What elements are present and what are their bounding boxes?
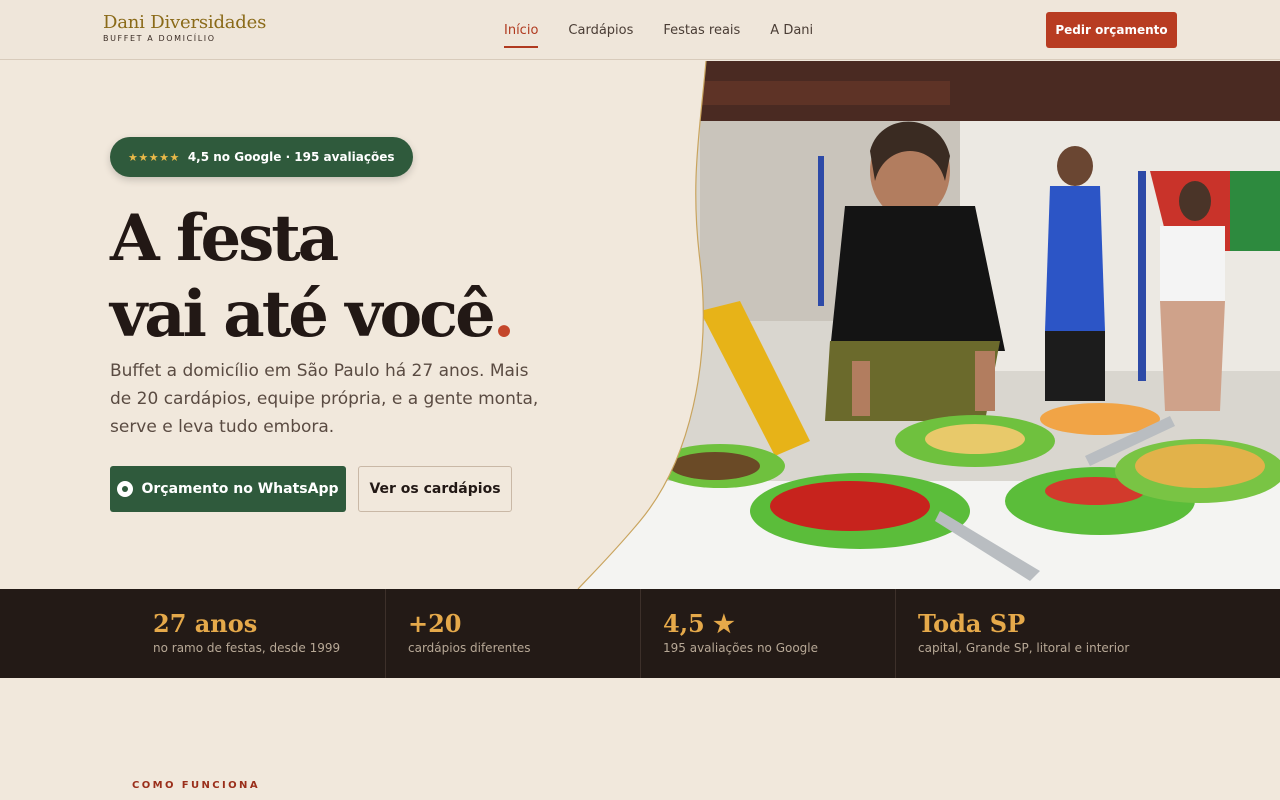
stat-value: 27 anos [153,609,258,638]
brand-tagline: BUFFET A DOMICÍLIO [103,34,216,43]
stat-label: no ramo de festas, desde 1999 [153,641,341,655]
stat-rating: 4,5 ★ 195 avaliações no Google [640,589,895,678]
nav-item-festas-reais[interactable]: Festas reais [663,19,740,42]
nav-item-inicio[interactable]: Início [504,19,539,48]
stat-label: 195 avaliações no Google [663,641,819,655]
request-quote-button[interactable]: Pedir orçamento [1046,12,1177,48]
hero-lead: Buffet a domicílio em São Paulo há 27 an… [110,361,539,437]
whatsapp-quote-button[interactable]: Orçamento no WhatsApp [110,466,346,512]
nav-item-cardapios[interactable]: Cardápios [568,19,633,42]
stat-coverage: Toda SP capital, Grande SP, litoral e in… [895,589,1150,678]
view-menus-button[interactable]: Ver os cardápios [358,466,512,512]
stat-menus: +20 cardápios diferentes [385,589,640,678]
top-nav: Dani Diversidades BUFFET A DOMICÍLIO Iní… [0,0,1280,60]
stat-label: cardápios diferentes [408,641,531,655]
whatsapp-icon [117,481,134,497]
hero-title-line2: vai até você [110,277,496,352]
stat-years: 27 anos no ramo de festas, desde 1999 [0,589,385,678]
stat-value: Toda SP [918,609,1026,638]
google-rating-badge: ★★★★★ 4,5 no Google · 195 avaliações [110,137,413,177]
hero-title-line1: A festa [110,201,339,276]
rating-badge-text: 4,5 no Google · 195 avaliações [187,150,395,164]
hero-title-dot: . [492,277,515,352]
nav-item-a-dani[interactable]: A Dani [770,19,813,42]
main-menu: Início Cardápios Festas reais A Dani [504,0,813,60]
stats-bar: 27 anos no ramo de festas, desde 1999 +2… [0,589,1280,678]
how-it-works-label: COMO FUNCIONA [132,780,260,791]
stat-label: capital, Grande SP, litoral e interior [918,641,1130,655]
hero-title: A festa vai até você. [110,201,515,353]
stat-value: 4,5 ★ [663,609,735,638]
hero-section: ★★★★★ 4,5 no Google · 195 avaliações A f… [0,61,1280,589]
brand-logo[interactable]: Dani Diversidades BUFFET A DOMICÍLIO [103,12,266,43]
stat-value: +20 [408,609,462,638]
star-rating-icon: ★★★★★ [128,150,180,164]
whatsapp-button-label: Orçamento no WhatsApp [141,481,339,497]
brand-name: Dani Diversidades [103,12,267,33]
